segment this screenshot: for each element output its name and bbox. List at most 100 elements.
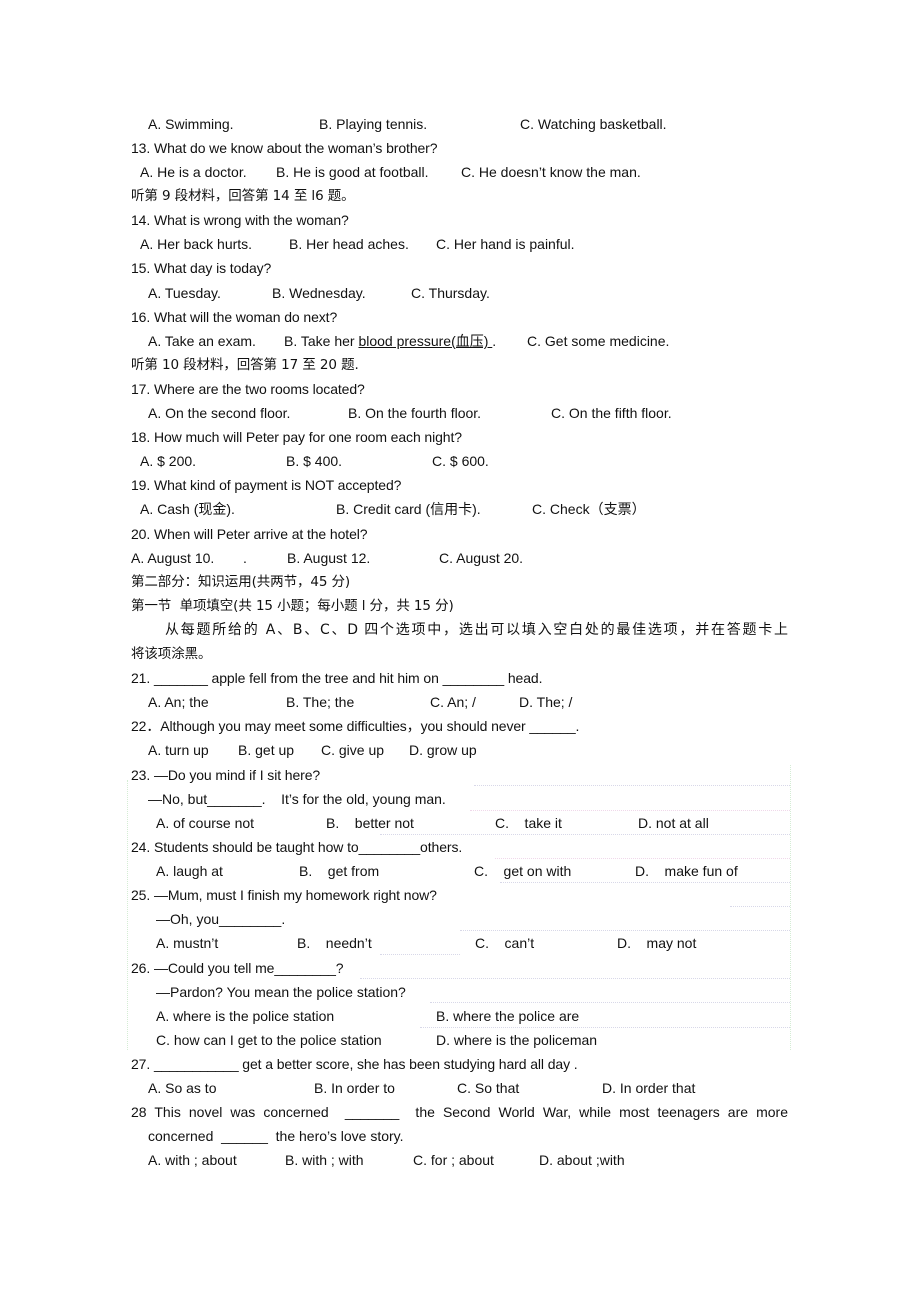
q26-option-c: C. how can I get to the police station	[156, 1032, 382, 1048]
q13-option-a: A. He is a doctor.	[140, 164, 247, 180]
q22-option-c: C. give up	[321, 742, 385, 758]
q16-option-a: A. Take an exam.	[148, 333, 256, 349]
table-gridline	[790, 765, 791, 1050]
q23-option-b: B. better not	[326, 815, 414, 831]
q22-option-a: A. turn up	[148, 742, 209, 758]
q17-option-b: B. On the fourth floor.	[348, 405, 482, 421]
q20-option-b: B. August 12.	[287, 550, 371, 566]
section-10-heading: 听第 10 段材料，回答第 17 至 20 题.	[131, 357, 359, 373]
q15-stem: 15. What day is today?	[131, 260, 272, 276]
q24-option-a: A. laugh at	[156, 863, 223, 879]
q18-option-c: C. $ 600.	[432, 453, 489, 469]
table-gridline	[460, 930, 790, 931]
table-gridline	[420, 1027, 790, 1028]
table-gridline	[474, 785, 790, 786]
q23-option-c: C. take it	[495, 815, 562, 831]
q19-option-b: B. Credit card (信用卡).	[336, 501, 481, 517]
q14-option-a: A. Her back hurts.	[140, 236, 253, 252]
q23-option-a: A. of course not	[156, 815, 255, 831]
q17-stem: 17. Where are the two rooms located?	[131, 381, 365, 397]
q28-option-b: B. with ; with	[285, 1152, 364, 1168]
q25-option-b: B. needn’t	[297, 935, 372, 951]
q13-option-c: C. He doesn’t know the man.	[461, 164, 641, 180]
q18-option-a: A. $ 200.	[140, 453, 197, 469]
q14-option-b: B. Her head aches.	[289, 236, 409, 252]
q13-stem: 13. What do we know about the woman’s br…	[131, 140, 438, 156]
q21-option-b: B. The; the	[286, 694, 355, 710]
q28-stem: 28 This novel was concerned _______ the …	[131, 1104, 788, 1120]
q21-option-c: C. An; /	[430, 694, 476, 710]
q12-option-a: A. Swimming.	[148, 116, 234, 132]
q24-option-d: D. make fun of	[635, 863, 738, 879]
q16-stem: 16. What will the woman do next?	[131, 309, 338, 325]
instructions-line-1: 从每题所给的 A、B、C、D 四个选项中，选出可以填入空白处的最佳选项，并在答题…	[165, 622, 788, 638]
q22-option-d: D. grow up	[409, 742, 477, 758]
q28-option-d: D. about ;with	[539, 1152, 625, 1168]
q25-stem: 25. —Mum, must I finish my homework righ…	[131, 887, 437, 903]
q28-option-a: A. with ; about	[148, 1152, 237, 1168]
q16-option-b-period: .	[492, 333, 497, 349]
q23-reply: —No, but_______. It’s for the old, young…	[148, 791, 446, 807]
q23-option-d: D. not at all	[638, 815, 709, 831]
q13-option-b: B. He is good at football.	[276, 164, 429, 180]
table-gridline	[500, 882, 790, 883]
q24-stem: 24. Students should be taught how to____…	[131, 839, 463, 855]
q21-option-d: D. The; /	[519, 694, 573, 710]
part-2-heading: 第二部分：知识运用(共两节，45 分)	[131, 574, 351, 590]
table-gridline	[380, 954, 460, 955]
section-1-heading: 第一节 单项填空(共 15 小题；每小题 l 分，共 15 分)	[131, 598, 454, 614]
q24-option-c: C. get on with	[474, 863, 572, 879]
section-9-heading: 听第 9 段材料，回答第 14 至 l6 题。	[131, 188, 355, 204]
q28-option-c: C. for ; about	[413, 1152, 494, 1168]
q26-stem: 26. —Could you tell me________?	[131, 960, 344, 976]
q22-option-b: B. get up	[238, 742, 295, 758]
q27-option-c: C. So that	[457, 1080, 520, 1096]
q20-option-a: A. August 10.	[131, 550, 215, 566]
q20-stem: 20. When will Peter arrive at the hotel?	[131, 526, 368, 542]
q17-option-c: C. On the fifth floor.	[551, 405, 672, 421]
q18-option-b: B. $ 400.	[286, 453, 343, 469]
q15-option-c: C. Thursday.	[411, 285, 490, 301]
q24-option-b: B. get from	[299, 863, 380, 879]
q25-option-a: A. mustn’t	[156, 935, 219, 951]
q27-option-a: A. So as to	[148, 1080, 217, 1096]
q27-stem: 27. ___________ get a better score, she …	[131, 1056, 578, 1072]
q14-stem: 14. What is wrong with the woman?	[131, 212, 349, 228]
q19-option-a: A. Cash (现金).	[140, 501, 235, 517]
q16-option-b-underlined: blood pressure(血压)	[358, 333, 493, 349]
table-gridline	[730, 906, 790, 907]
q23-stem: 23. —Do you mind if I sit here?	[131, 767, 321, 783]
q25-option-c: C. can’t	[475, 935, 535, 951]
q18-stem: 18. How much will Peter pay for one room…	[131, 429, 462, 445]
q26-option-d: D. where is the policeman	[436, 1032, 598, 1048]
q26-option-a: A. where is the police station	[156, 1008, 335, 1024]
q15-option-a: A. Tuesday.	[148, 285, 221, 301]
table-gridline	[430, 1002, 790, 1003]
table-gridline	[360, 978, 790, 979]
q16-option-b: B. Take her blood pressure(血压) .	[284, 332, 496, 350]
table-gridline	[127, 780, 128, 1050]
q27-option-d: D. In order that	[602, 1080, 696, 1096]
q21-stem: 21. _______ apple fell from the tree and…	[131, 670, 543, 686]
q19-option-c: C. Check（支票）	[532, 501, 646, 517]
q26-option-b: B. where the police are	[436, 1008, 580, 1024]
q17-option-a: A. On the second floor.	[148, 405, 291, 421]
q16-option-c: C. Get some medicine.	[527, 333, 670, 349]
q25-option-d: D. may not	[617, 935, 697, 951]
q12-option-b: B. Playing tennis.	[319, 116, 428, 132]
table-gridline	[495, 858, 790, 859]
q16-option-b-prefix: B. Take her	[284, 333, 359, 349]
q15-option-b: B. Wednesday.	[272, 285, 366, 301]
table-gridline	[470, 810, 790, 811]
q26-reply: —Pardon? You mean the police station?	[156, 984, 406, 1000]
q27-option-b: B. In order to	[314, 1080, 395, 1096]
q12-option-c: C. Watching basketball.	[520, 116, 667, 132]
table-gridline	[380, 834, 790, 835]
q19-stem: 19. What kind of payment is NOT accepted…	[131, 477, 402, 493]
q28-stem-continued: concerned ______ the hero’s love story.	[148, 1128, 404, 1144]
q25-reply: —Oh, you________.	[156, 911, 286, 927]
exam-page: A. Swimming. B. Playing tennis. C. Watch…	[0, 0, 920, 1302]
q14-option-c: C. Her hand is painful.	[436, 236, 575, 252]
instructions-line-2: 将该项涂黑。	[131, 646, 212, 662]
q21-option-a: A. An; the	[148, 694, 209, 710]
